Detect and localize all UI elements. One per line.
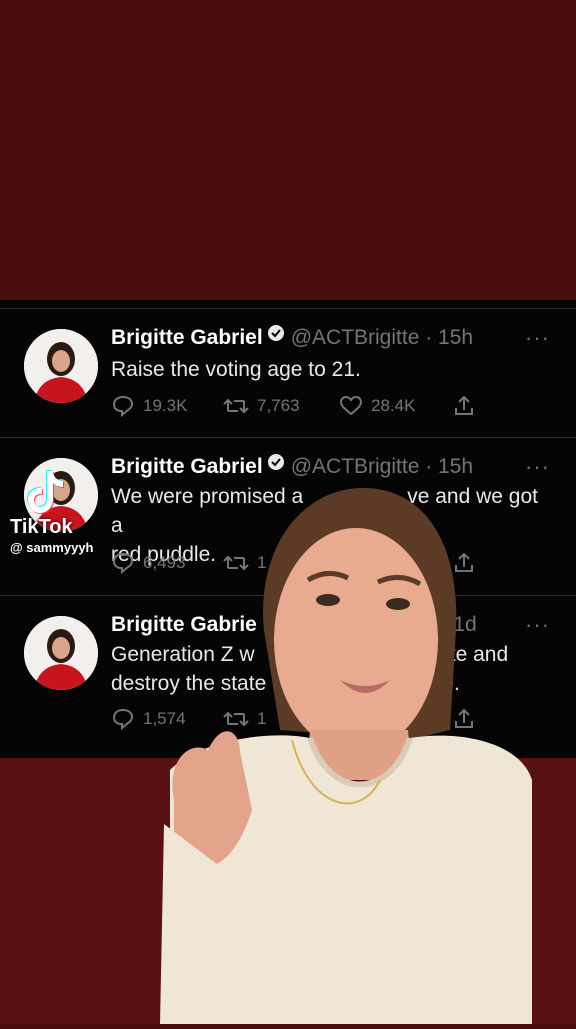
share-button[interactable] <box>453 391 475 421</box>
background-top <box>0 0 576 300</box>
tweet-text: Raise the voting age to 21. <box>111 355 551 384</box>
more-options-icon[interactable]: ··· <box>525 452 550 482</box>
presenter-video-overlay <box>160 480 576 1024</box>
tweet-header: Brigitte Gabriel @ACTBrigitte · 15h <box>111 323 473 353</box>
author-name[interactable]: Brigitte Gabriel <box>111 455 263 478</box>
avatar[interactable] <box>24 329 98 403</box>
reply-icon <box>112 552 134 575</box>
tiktok-username: @ sammyyyh <box>10 540 94 555</box>
tiktok-logo-icon <box>27 470 64 514</box>
retweet-button[interactable]: 7,763 <box>223 391 300 421</box>
retweet-icon <box>223 398 249 414</box>
author-handle[interactable]: @ACTBrigitte · 15h <box>291 326 473 349</box>
reply-icon <box>112 708 134 731</box>
avatar[interactable] <box>24 616 98 690</box>
heart-icon <box>339 395 363 416</box>
author-name[interactable]: Brigitte Gabriel <box>111 326 263 349</box>
tweet-actions: 19.3K 7,763 28.4K <box>111 391 481 421</box>
tweet-header: Brigitte Gabriel @ACTBrigitte · 15h <box>111 452 473 482</box>
more-options-icon[interactable]: ··· <box>525 323 550 353</box>
reply-button[interactable]: 19.3K <box>111 391 187 421</box>
tiktok-brand: TikTok <box>10 516 73 538</box>
reply-icon <box>112 395 134 418</box>
tweet-text-line: Raise the voting age to 21. <box>111 358 361 381</box>
verified-badge-icon <box>267 450 285 480</box>
retweet-count: 7,763 <box>257 396 300 415</box>
verified-badge-icon <box>267 321 285 351</box>
reply-count: 19.3K <box>143 396 188 415</box>
share-icon <box>455 395 473 415</box>
like-count: 28.4K <box>371 396 416 415</box>
like-button[interactable]: 28.4K <box>339 391 415 421</box>
author-handle[interactable]: @ACTBrigitte · 15h <box>291 455 473 478</box>
tiktok-watermark: TikTok @ sammyyyh <box>10 462 110 556</box>
